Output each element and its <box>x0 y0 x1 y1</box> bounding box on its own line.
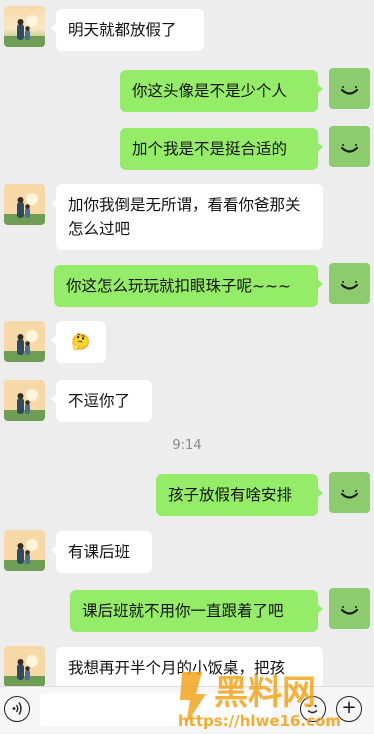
contact-avatar[interactable] <box>4 530 45 571</box>
chat-input-bar: + <box>0 686 374 733</box>
contact-avatar[interactable] <box>4 184 45 225</box>
message-bubble-incoming[interactable]: 我想再开半个月的小饭桌，把孩 <box>56 647 323 686</box>
contact-avatar[interactable] <box>4 380 45 421</box>
message-bubble-incoming[interactable]: 加你我倒是无所谓，看看你爸那关怎么过吧 <box>51 184 323 250</box>
chat-timestamp: 9:14 <box>172 438 202 453</box>
user-avatar[interactable] <box>329 588 370 629</box>
message-input[interactable] <box>40 693 272 726</box>
plus-icon[interactable]: + <box>336 696 362 722</box>
message-bubble-incoming[interactable]: 不逗你了 <box>51 380 152 422</box>
emoji-icon[interactable] <box>300 696 326 722</box>
message-bubble-outgoing[interactable]: 课后班就不用你一直跟着了吧 <box>70 590 323 632</box>
user-avatar[interactable] <box>329 263 370 304</box>
message-bubble-incoming[interactable]: 🤔 <box>51 321 106 363</box>
message-bubble-incoming[interactable]: 明天就都放假了 <box>51 9 204 51</box>
voice-icon[interactable] <box>4 696 30 722</box>
message-bubble-incoming[interactable]: 有课后班 <box>51 531 152 573</box>
message-bubble-outgoing[interactable]: 加个我是不是挺合适的 <box>120 128 323 170</box>
contact-avatar[interactable] <box>4 6 45 47</box>
user-avatar[interactable] <box>329 126 370 167</box>
user-avatar[interactable] <box>329 472 370 513</box>
message-bubble-outgoing[interactable]: 你这怎么玩玩就扣眼珠子呢~~~ <box>54 265 323 307</box>
message-bubble-outgoing[interactable]: 你这头像是不是少个人 <box>120 70 323 112</box>
user-avatar[interactable] <box>329 68 370 109</box>
chat-area[interactable]: 明天就都放假了 你这头像是不是少个人 加个我是不是挺合适的 加你我倒是无所谓，看… <box>0 0 374 686</box>
message-bubble-outgoing[interactable]: 孩子放假有啥安排 <box>156 474 323 516</box>
contact-avatar[interactable] <box>4 321 45 362</box>
contact-avatar[interactable] <box>4 646 45 686</box>
